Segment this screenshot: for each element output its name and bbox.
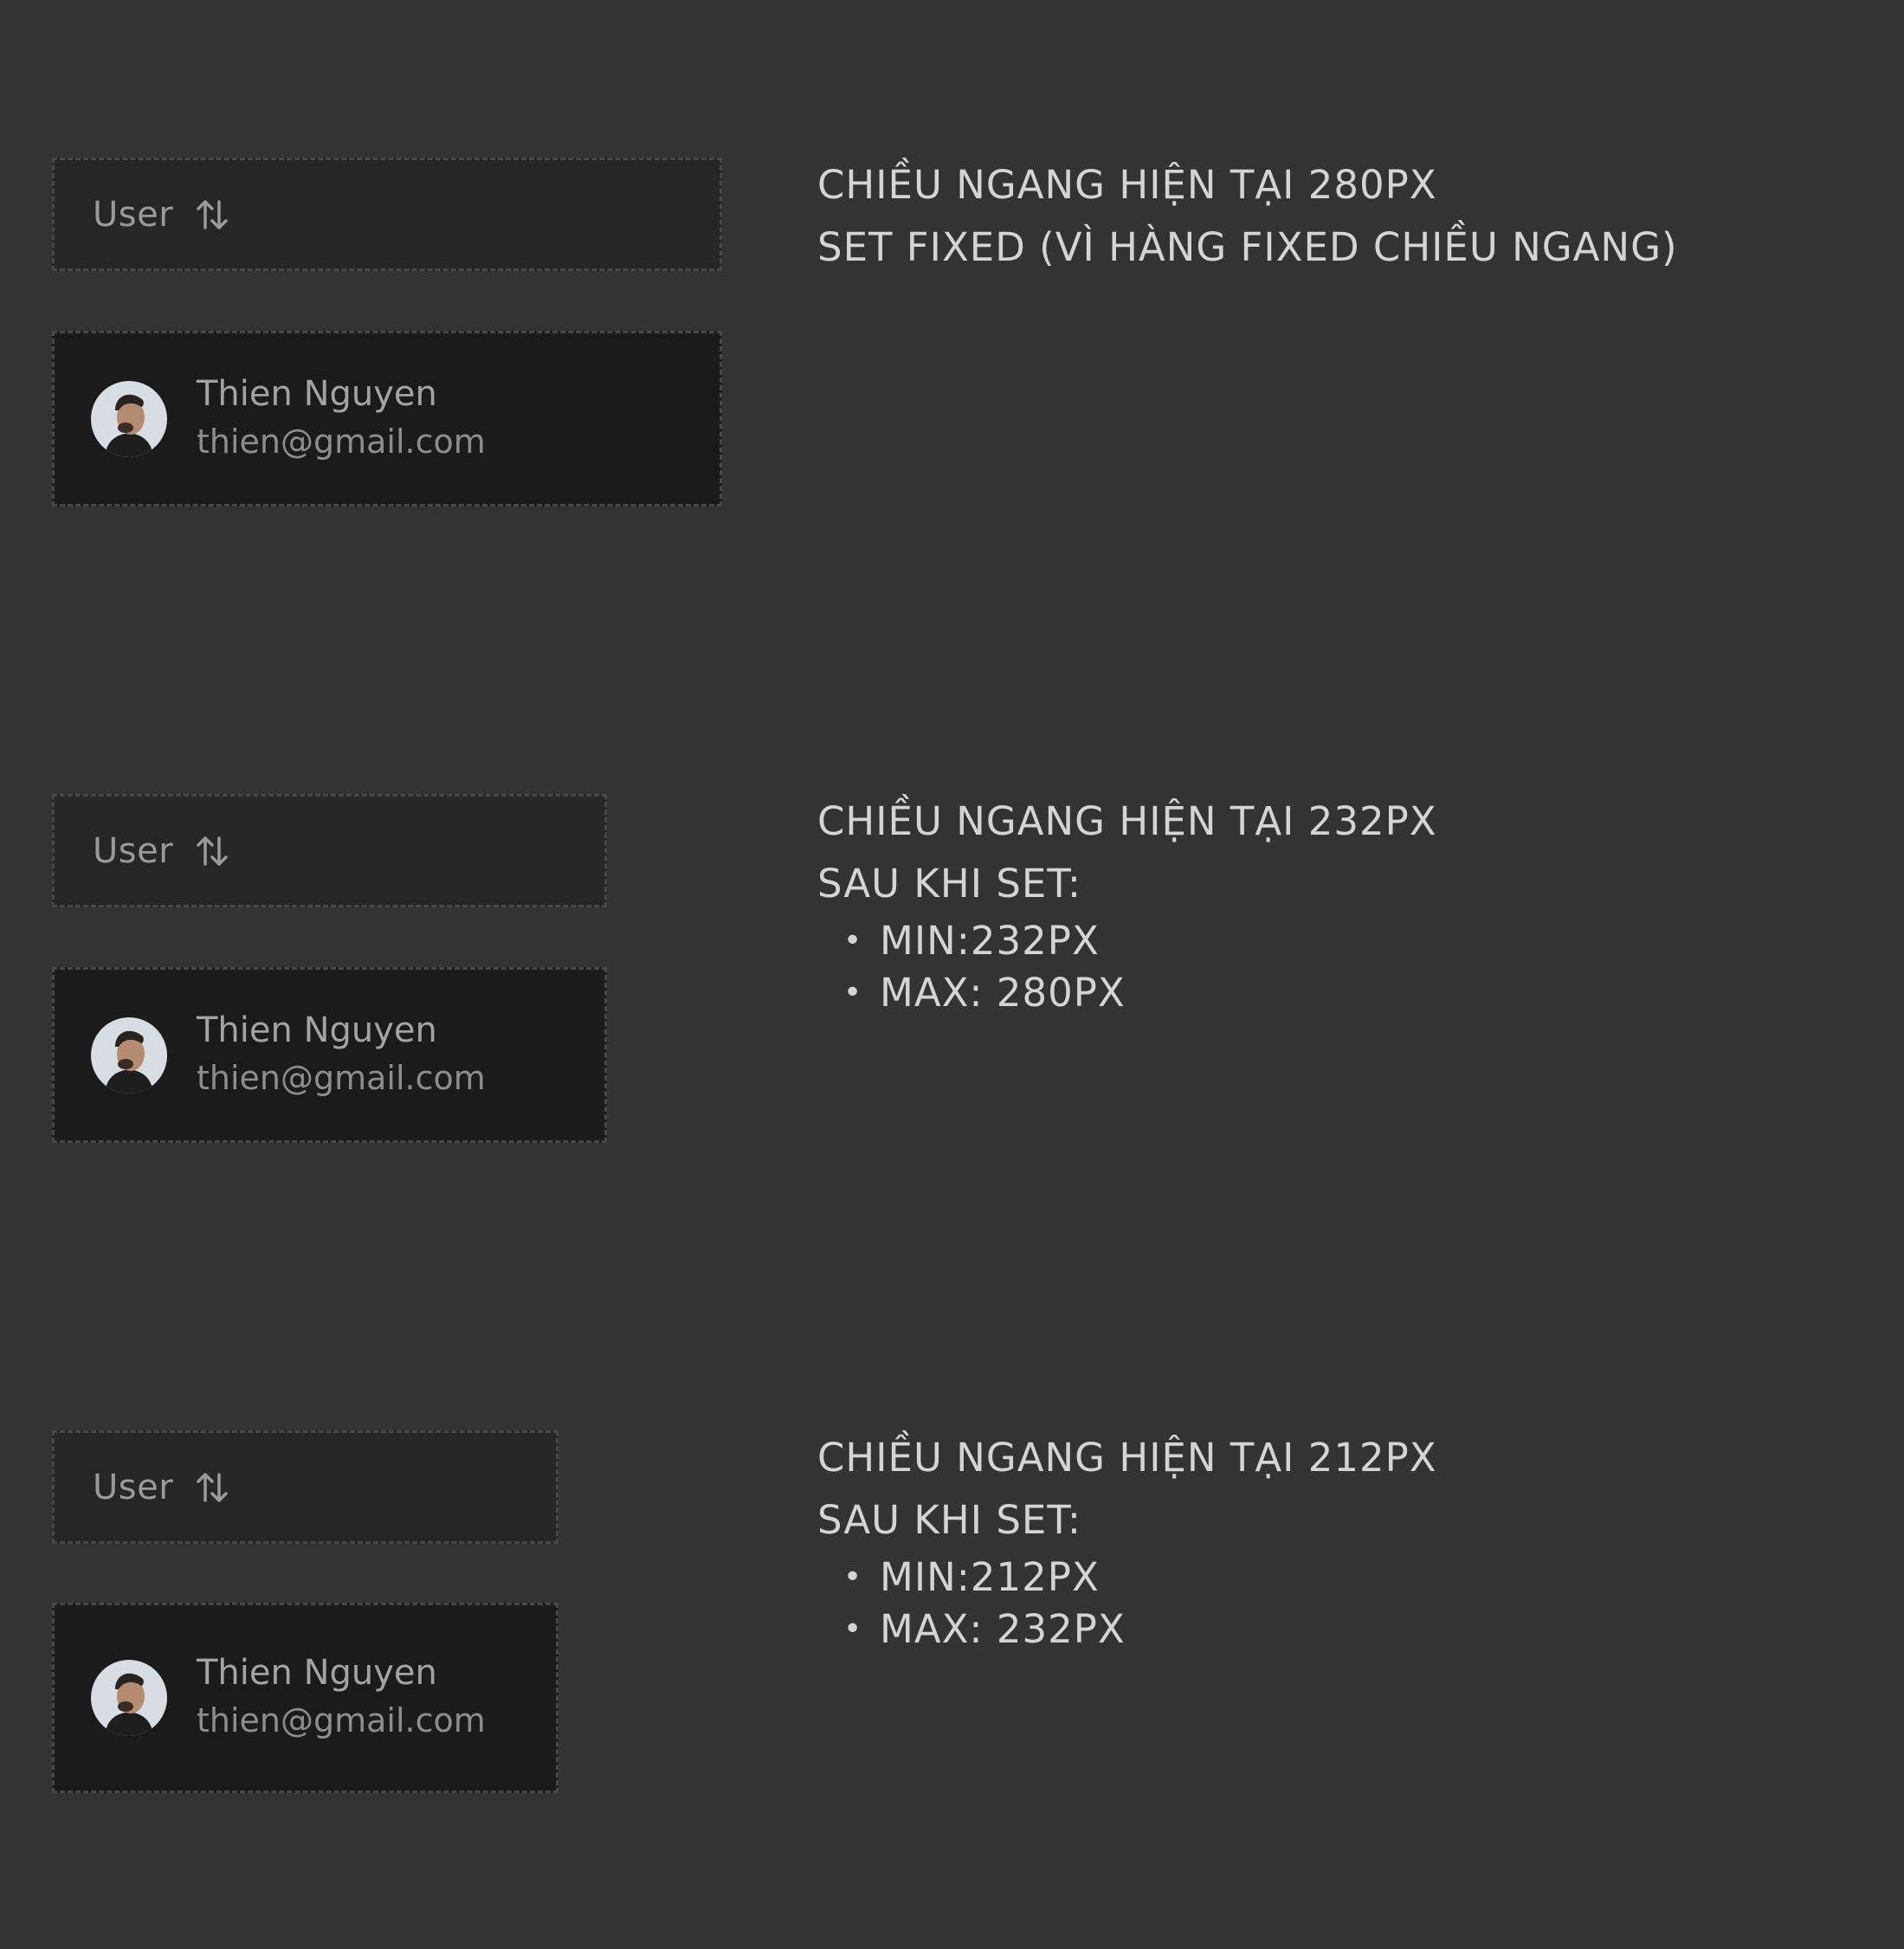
width-note: CHIỀU NGANG HIỆN TẠI 212PX SAU KHI SET: … [817,1427,1437,1655]
table-user-cell[interactable]: Thien Nguyen thien@gmail.com [52,331,722,507]
user-name: Thien Nguyen [197,1010,437,1050]
width-note: CHIỀU NGANG HIỆN TẠI 280PX SET FIXED (VÌ… [817,154,1678,279]
user-info: Thien Nguyen thien@gmail.com [197,1650,486,1746]
table-user-cell[interactable]: Thien Nguyen thien@gmail.com [52,1603,558,1793]
sort-arrows-icon[interactable] [194,1469,230,1506]
avatar [91,1660,167,1736]
note-bullet-item: • MIN:212PX [843,1554,1100,1600]
sort-arrows-icon[interactable] [194,833,230,869]
user-name: Thien Nguyen [197,373,437,414]
user-name: Thien Nguyen [197,1653,437,1693]
note-bullet-list: • MIN:232PX • MAX: 280PX [817,915,1437,1019]
note-bullet-item: • MIN:232PX [843,918,1100,964]
note-bullet-item: • MAX: 232PX [843,1606,1126,1652]
note-bullet-item: • MAX: 280PX [843,970,1126,1016]
note-line: SAU KHI SET: [817,1497,1082,1543]
user-email: thien@gmail.com [197,1701,486,1739]
width-note: CHIỀU NGANG HIỆN TẠI 232PX SAU KHI SET: … [817,791,1437,1019]
table-user-cell[interactable]: Thien Nguyen thien@gmail.com [52,967,607,1143]
header-label: User [93,194,174,235]
sort-arrows-icon[interactable] [194,197,230,233]
note-line: CHIỀU NGANG HIỆN TẠI 212PX [817,1435,1437,1481]
avatar [91,380,167,457]
table-header-cell[interactable]: User [52,1430,558,1544]
user-info: Thien Nguyen thien@gmail.com [197,1008,486,1103]
header-label: User [93,1467,174,1507]
user-email: thien@gmail.com [197,422,486,461]
header-label: User [93,830,174,871]
note-line: SAU KHI SET: [817,861,1082,907]
note-line: CHIỀU NGANG HIỆN TẠI 232PX [817,798,1437,844]
note-line: SET FIXED (VÌ HÀNG FIXED CHIỀU NGANG) [817,224,1678,270]
canvas: User Thien Nguyen thien@gmail.com CHIỀU … [0,0,1904,1949]
user-info: Thien Nguyen thien@gmail.com [197,371,486,467]
table-header-cell[interactable]: User [52,158,722,271]
table-header-cell[interactable]: User [52,794,607,907]
note-line: CHIỀU NGANG HIỆN TẠI 280PX [817,162,1437,208]
note-bullet-list: • MIN:212PX • MAX: 232PX [817,1552,1437,1655]
user-email: thien@gmail.com [197,1058,486,1097]
avatar [91,1016,167,1094]
